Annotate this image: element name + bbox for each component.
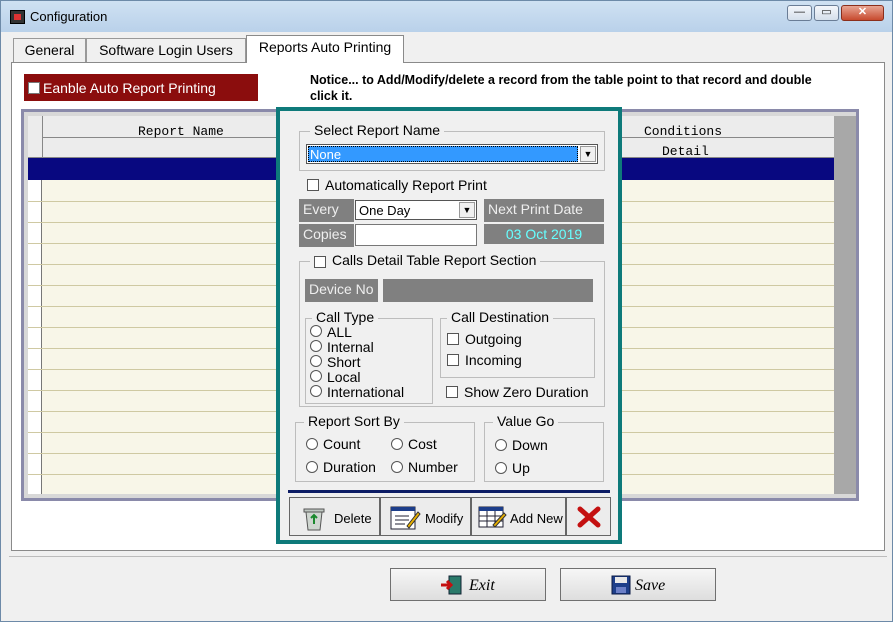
sort-count-label: Count bbox=[323, 436, 361, 452]
sort-count-radio[interactable] bbox=[306, 438, 318, 450]
tab-general[interactable]: General bbox=[13, 38, 86, 62]
calls-detail-title: Calls Detail Table Report Section bbox=[310, 252, 541, 268]
every-label: Every bbox=[299, 199, 354, 222]
column-detail[interactable]: Detail bbox=[662, 144, 709, 159]
add-table-icon bbox=[478, 506, 507, 528]
sort-cost-radio[interactable] bbox=[391, 438, 403, 450]
tab-reports-auto-printing[interactable]: Reports Auto Printing bbox=[246, 35, 404, 63]
checkbox-box[interactable] bbox=[28, 82, 40, 94]
report-sort-by-title: Report Sort By bbox=[304, 413, 404, 429]
floppy-disk-icon bbox=[611, 575, 631, 595]
incoming-checkbox[interactable] bbox=[447, 354, 459, 366]
call-type-internal-label: Internal bbox=[327, 339, 374, 355]
maximize-button[interactable]: ▭ bbox=[814, 5, 839, 21]
call-type-all-radio[interactable] bbox=[310, 325, 322, 337]
value-go-group: Value Go Down Up bbox=[484, 413, 604, 482]
call-type-local-label: Local bbox=[327, 369, 361, 385]
select-report-title: Select Report Name bbox=[310, 122, 445, 138]
sort-cost-label: Cost bbox=[408, 436, 437, 452]
sort-duration-label: Duration bbox=[323, 459, 376, 475]
chevron-down-icon[interactable]: ▼ bbox=[580, 146, 596, 162]
close-button[interactable]: ✕ bbox=[841, 5, 884, 21]
outgoing-checkbox[interactable] bbox=[447, 333, 459, 345]
app-icon bbox=[10, 10, 25, 24]
add-new-button[interactable]: Add New bbox=[471, 497, 566, 536]
value-down-radio[interactable] bbox=[495, 439, 507, 451]
value-down-label: Down bbox=[512, 437, 548, 453]
report-sort-by-group: Report Sort By Count Cost Duration Numbe… bbox=[295, 413, 475, 482]
delete-button[interactable]: Delete bbox=[289, 497, 380, 536]
every-value: One Day bbox=[359, 203, 411, 218]
show-zero-duration-checkbox[interactable] bbox=[446, 386, 458, 398]
report-editor-dialog: Select Report Name None ▼ Automatically … bbox=[276, 107, 622, 544]
save-label: Save bbox=[635, 577, 666, 594]
call-type-short-radio[interactable] bbox=[310, 355, 322, 367]
table-empty-area bbox=[834, 116, 856, 494]
close-icon bbox=[577, 506, 601, 528]
call-type-internal-radio[interactable] bbox=[310, 340, 322, 352]
show-zero-duration-label: Show Zero Duration bbox=[464, 384, 589, 400]
copies-label: Copies bbox=[299, 224, 354, 247]
tab-label: General bbox=[24, 42, 75, 58]
notice-text: Notice... to Add/Modify/delete a record … bbox=[310, 73, 812, 103]
tab-label: Software Login Users bbox=[99, 42, 233, 58]
select-report-group: Select Report Name None ▼ bbox=[299, 122, 605, 171]
auto-print-label: Automatically Report Print bbox=[325, 177, 487, 193]
delete-label: Delete bbox=[334, 511, 372, 526]
chevron-down-icon[interactable]: ▼ bbox=[459, 202, 475, 218]
dialog-separator bbox=[288, 490, 610, 493]
modify-button[interactable]: Modify bbox=[380, 497, 471, 536]
enable-auto-print-label: Eanble Auto Report Printing bbox=[43, 80, 216, 96]
footer-divider bbox=[9, 556, 887, 557]
device-no-label: Device No bbox=[305, 279, 378, 302]
call-destination-group: Call Destination Outgoing Incoming bbox=[440, 309, 595, 378]
incoming-label: Incoming bbox=[465, 352, 522, 368]
window-title: Configuration bbox=[30, 9, 108, 24]
exit-label: Exit bbox=[469, 577, 495, 594]
call-type-international-radio[interactable] bbox=[310, 385, 322, 397]
edit-document-icon bbox=[390, 506, 421, 530]
call-type-all-label: ALL bbox=[327, 324, 352, 340]
value-up-label: Up bbox=[512, 460, 530, 476]
auto-print-checkbox[interactable] bbox=[307, 179, 319, 191]
save-button[interactable]: Save bbox=[560, 568, 716, 601]
calls-detail-group: Calls Detail Table Report Section Device… bbox=[299, 252, 605, 407]
copies-input[interactable] bbox=[355, 224, 477, 246]
report-name-value: None bbox=[310, 147, 342, 162]
add-new-label: Add New bbox=[510, 511, 563, 526]
sort-number-label: Number bbox=[408, 459, 458, 475]
close-dialog-button[interactable] bbox=[566, 497, 611, 536]
call-type-local-radio[interactable] bbox=[310, 370, 322, 382]
device-no-input[interactable] bbox=[383, 279, 593, 302]
column-conditions[interactable]: Conditions bbox=[644, 124, 722, 139]
calls-detail-checkbox[interactable] bbox=[314, 256, 326, 268]
value-go-title: Value Go bbox=[493, 413, 559, 429]
call-type-short-label: Short bbox=[327, 354, 361, 370]
value-up-radio[interactable] bbox=[495, 462, 507, 474]
minimize-button[interactable]: — bbox=[787, 5, 812, 21]
call-type-group: Call Type ALL Internal Short Local Inter… bbox=[305, 309, 433, 404]
outgoing-label: Outgoing bbox=[465, 331, 522, 347]
recycle-bin-icon bbox=[303, 508, 325, 531]
tab-software-login-users[interactable]: Software Login Users bbox=[86, 38, 246, 62]
exit-button[interactable]: Exit bbox=[390, 568, 546, 601]
title-bar[interactable]: Configuration — ▭ ✕ bbox=[1, 1, 892, 32]
enable-auto-print-checkbox[interactable]: Eanble Auto Report Printing bbox=[24, 74, 258, 101]
every-select[interactable]: One Day ▼ bbox=[355, 200, 477, 220]
modify-label: Modify bbox=[425, 511, 464, 526]
row-selector-column[interactable] bbox=[28, 180, 42, 494]
next-print-date-value: 03 Oct 2019 bbox=[484, 224, 604, 244]
sort-duration-radio[interactable] bbox=[306, 461, 318, 473]
column-report-name[interactable]: Report Name bbox=[138, 124, 224, 139]
report-name-select[interactable]: None ▼ bbox=[306, 144, 598, 164]
call-type-international-label: International bbox=[327, 384, 405, 400]
sort-number-radio[interactable] bbox=[391, 461, 403, 473]
exit-door-icon bbox=[441, 575, 462, 595]
call-destination-title: Call Destination bbox=[447, 309, 554, 325]
next-print-date-label: Next Print Date bbox=[484, 199, 604, 222]
call-type-title: Call Type bbox=[312, 309, 379, 325]
configuration-window: Configuration — ▭ ✕ General Software Log… bbox=[0, 0, 893, 622]
tab-label: Reports Auto Printing bbox=[258, 39, 392, 55]
